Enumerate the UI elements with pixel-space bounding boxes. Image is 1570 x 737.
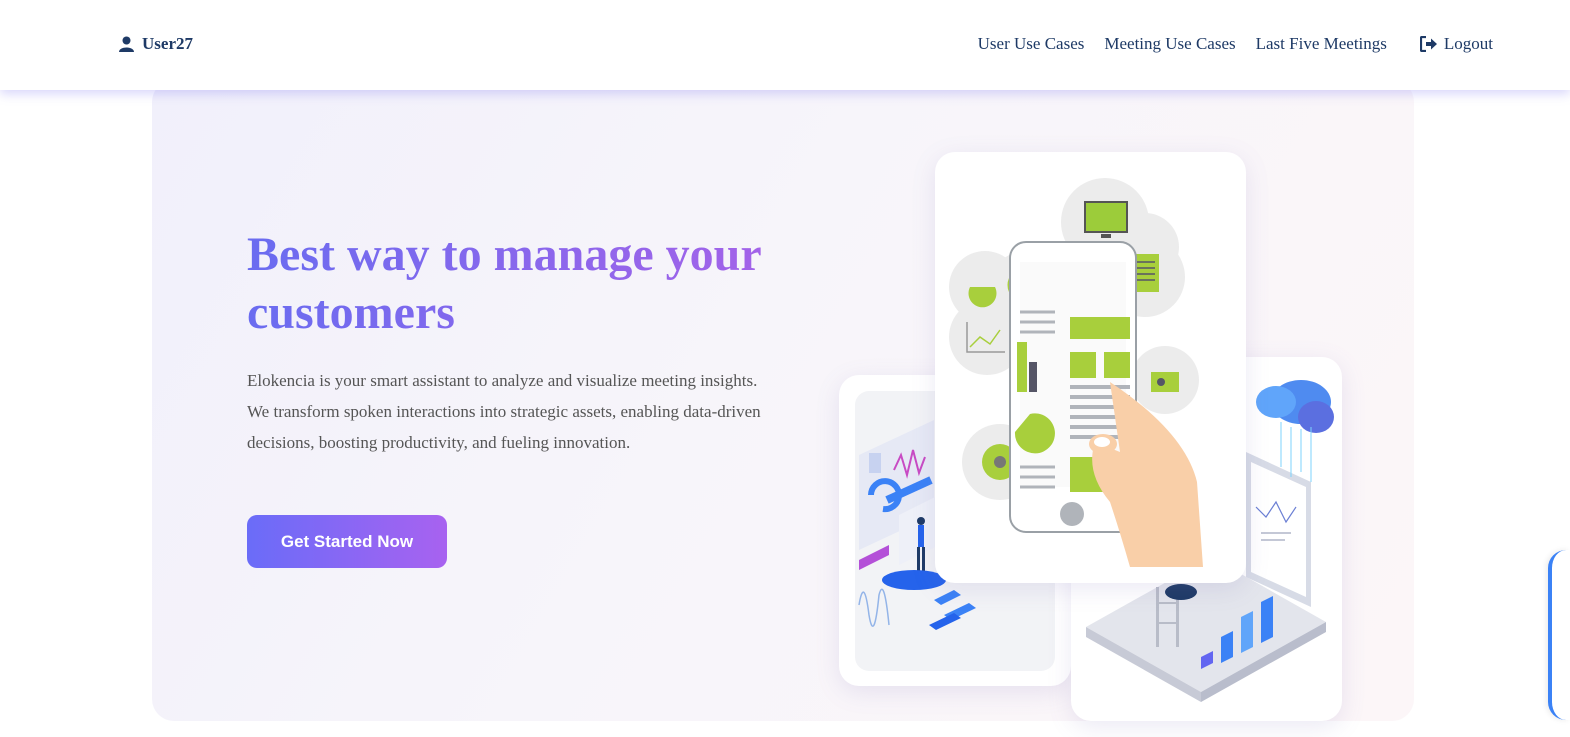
mobile-analytics-illustration-card: [935, 152, 1246, 583]
user-profile[interactable]: User27: [119, 34, 193, 54]
nav-links: User Use Cases Meeting Use Cases Last Fi…: [958, 34, 1493, 54]
get-started-button[interactable]: Get Started Now: [247, 515, 447, 568]
phone-in-hand-illustration: [949, 178, 1203, 567]
logout-icon: [1419, 36, 1437, 52]
hero-description: Elokencia is your smart assistant to ana…: [247, 371, 761, 452]
nav-link-user-use-cases[interactable]: User Use Cases: [978, 34, 1085, 54]
nav-link-meeting-use-cases[interactable]: Meeting Use Cases: [1104, 34, 1235, 54]
side-panel-tab[interactable]: [1548, 550, 1570, 720]
hero-title: Best way to manage your customers: [247, 226, 807, 342]
logout-button[interactable]: Logout: [1419, 34, 1493, 54]
logout-label: Logout: [1443, 34, 1493, 53]
top-navbar: User27 User Use Cases Meeting Use Cases …: [0, 0, 1570, 90]
nav-link-last-five-meetings[interactable]: Last Five Meetings: [1256, 34, 1387, 54]
user-name: User27: [142, 34, 193, 53]
user-icon: [119, 36, 134, 52]
